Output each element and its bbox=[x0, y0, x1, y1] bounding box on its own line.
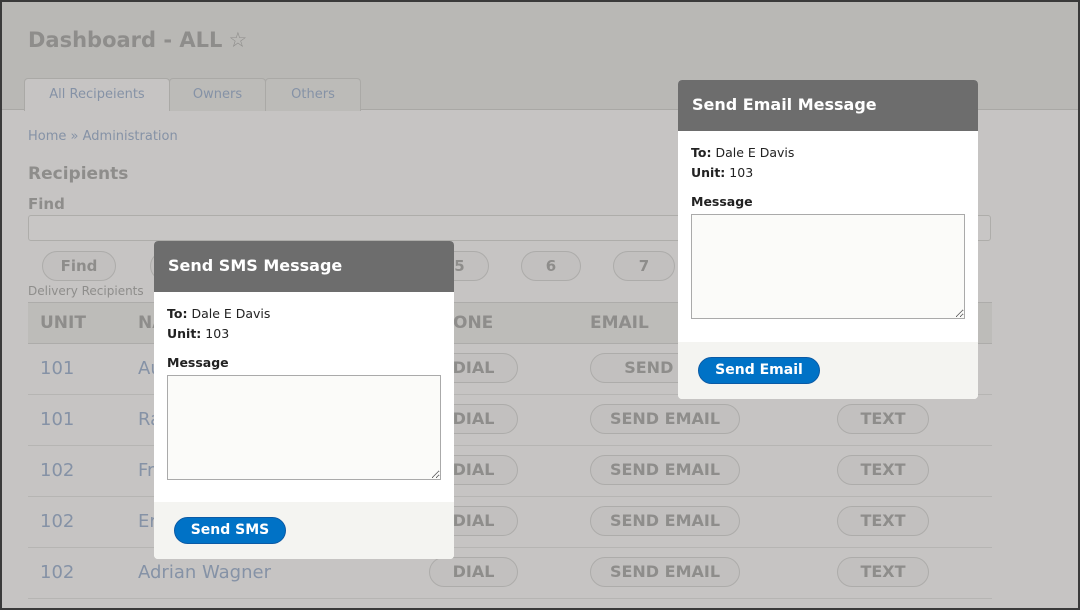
name-cell[interactable]: Fr bbox=[138, 460, 154, 481]
col-phone: ONE bbox=[453, 313, 494, 333]
text-button[interactable]: TEXT bbox=[837, 404, 929, 434]
unit-line: Unit: 103 bbox=[691, 165, 754, 180]
send-email-button[interactable]: Send Email bbox=[698, 357, 820, 384]
text-button[interactable]: TEXT bbox=[837, 557, 929, 587]
modal-footer: Send Email bbox=[678, 342, 978, 399]
send-email-row-button[interactable]: SEND EMAIL bbox=[590, 404, 740, 434]
page-title: Dashboard - ALL ☆ bbox=[28, 28, 248, 52]
unit-cell[interactable]: 102 bbox=[40, 511, 74, 532]
find-label: Find bbox=[28, 195, 65, 213]
unit-cell[interactable]: 102 bbox=[40, 562, 74, 583]
page-button-6[interactable]: 6 bbox=[521, 251, 581, 281]
unit-cell[interactable]: 101 bbox=[40, 409, 74, 430]
message-label: Message bbox=[691, 194, 753, 209]
modal-title: Send Email Message bbox=[678, 80, 978, 131]
email-message-input[interactable] bbox=[691, 214, 965, 319]
col-unit: UNIT bbox=[40, 313, 86, 333]
find-button[interactable]: Find bbox=[42, 251, 116, 281]
send-email-row-button[interactable]: SEND EMAIL bbox=[590, 455, 740, 485]
section-title: Recipients bbox=[28, 164, 129, 184]
sms-message-input[interactable] bbox=[167, 375, 441, 480]
send-email-row-button[interactable]: SEND EMAIL bbox=[590, 557, 740, 587]
text-button[interactable]: TEXT bbox=[837, 455, 929, 485]
modal-footer: Send SMS bbox=[154, 502, 454, 559]
star-outline-icon[interactable]: ☆ bbox=[228, 28, 247, 52]
tab-owners[interactable]: Owners bbox=[169, 78, 266, 111]
message-label: Message bbox=[167, 355, 229, 370]
text-button[interactable]: TEXT bbox=[837, 506, 929, 536]
col-email: EMAIL bbox=[590, 313, 649, 333]
email-modal: Send Email Message To: Dale E Davis Unit… bbox=[678, 80, 978, 399]
modal-title: Send SMS Message bbox=[154, 241, 454, 292]
send-sms-button[interactable]: Send SMS bbox=[174, 517, 286, 544]
to-line: To: Dale E Davis bbox=[691, 145, 795, 160]
tab-all-recipients[interactable]: All Recipeients bbox=[24, 78, 170, 111]
breadcrumb[interactable]: Home » Administration bbox=[28, 129, 178, 144]
dial-button[interactable]: DIAL bbox=[429, 557, 518, 587]
sms-modal: Send SMS Message To: Dale E Davis Unit: … bbox=[154, 241, 454, 559]
tab-others[interactable]: Others bbox=[265, 78, 361, 111]
unit-cell[interactable]: 101 bbox=[40, 358, 74, 379]
table-caption: Delivery Recipients bbox=[28, 284, 144, 298]
to-line: To: Dale E Davis bbox=[167, 306, 271, 321]
unit-cell[interactable]: 102 bbox=[40, 460, 74, 481]
name-cell[interactable]: Adrian Wagner bbox=[138, 562, 271, 583]
send-email-row-button[interactable]: SEND EMAIL bbox=[590, 506, 740, 536]
page-button-7[interactable]: 7 bbox=[613, 251, 675, 281]
unit-line: Unit: 103 bbox=[167, 326, 230, 341]
